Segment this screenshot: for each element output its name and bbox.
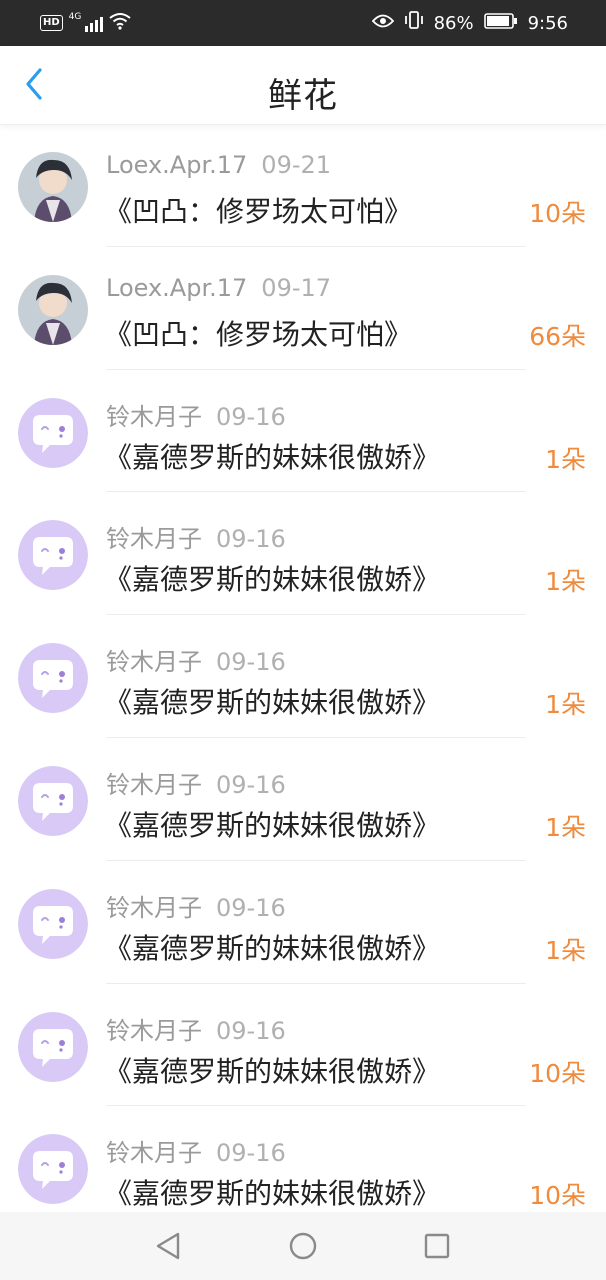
sender-name[interactable]: 铃木月子	[106, 771, 202, 799]
sender-line: 铃木月子 09-16	[106, 1133, 286, 1168]
network-label: 4G	[68, 12, 82, 22]
square-recents-icon	[424, 1233, 450, 1259]
book-title[interactable]: 《嘉德罗斯的妹妹很傲娇》	[104, 681, 440, 721]
list-item[interactable]: Loex.Apr.17 09-21 《凹凸：修罗场太可怕》 10朵	[0, 124, 606, 247]
send-date: 09-16	[216, 893, 286, 922]
book-title[interactable]: 《嘉德罗斯的妹妹很傲娇》	[104, 558, 440, 598]
sender-name[interactable]: 铃木月子	[106, 403, 202, 431]
nav-back-button[interactable]	[150, 1228, 186, 1264]
list-item[interactable]: 铃木月子 09-16 《嘉德罗斯的妹妹很傲娇》 1朵	[0, 492, 606, 616]
avatar[interactable]	[18, 765, 88, 836]
triangle-back-icon	[156, 1232, 180, 1260]
send-date: 09-21	[261, 151, 332, 179]
nav-recents-button[interactable]	[419, 1228, 455, 1264]
book-title[interactable]: 《嘉德罗斯的妹妹很傲娇》	[104, 1050, 440, 1090]
sender-name[interactable]: Loex.Apr.17	[106, 151, 247, 179]
book-title[interactable]: 《凹凸：修罗场太可怕》	[104, 313, 412, 353]
send-date: 09-16	[216, 1016, 286, 1045]
avatar[interactable]	[18, 643, 88, 714]
sender-name[interactable]: 铃木月子	[106, 648, 202, 676]
list-item[interactable]: Loex.Apr.17 09-17 《凹凸：修罗场太可怕》 66朵	[0, 247, 606, 370]
book-title[interactable]: 《嘉德罗斯的妹妹很傲娇》	[104, 436, 440, 476]
book-title[interactable]: 《嘉德罗斯的妹妹很傲娇》	[104, 804, 440, 844]
clock: 9:56	[527, 13, 568, 34]
wifi-icon	[109, 12, 131, 34]
battery-percent: 86%	[433, 13, 474, 34]
avatar[interactable]	[18, 274, 88, 345]
flower-count: 1朵	[545, 935, 586, 965]
flower-count: 1朵	[545, 444, 586, 474]
sender-name[interactable]: Loex.Apr.17	[106, 274, 247, 302]
flower-count: 10朵	[529, 1181, 586, 1211]
flower-count: 10朵	[529, 1058, 586, 1088]
send-date: 09-16	[216, 1139, 286, 1168]
sender-line: 铃木月子 09-16	[106, 888, 286, 923]
flower-count: 66朵	[529, 321, 586, 351]
list-item[interactable]: 铃木月子 09-16 《嘉德罗斯的妹妹很傲娇》 1朵	[0, 615, 606, 738]
circle-home-icon	[289, 1232, 317, 1260]
sender-line: 铃木月子 09-16	[106, 642, 286, 677]
battery-icon	[483, 11, 518, 37]
avatar[interactable]	[18, 1011, 88, 1082]
nav-home-button[interactable]	[285, 1228, 321, 1264]
flower-count: 1朵	[545, 812, 586, 842]
list-item[interactable]: 铃木月子 09-16 《嘉德罗斯的妹妹很傲娇》 1朵	[0, 861, 606, 984]
send-date: 09-16	[216, 648, 286, 677]
avatar[interactable]	[18, 888, 88, 959]
send-date: 09-16	[216, 402, 286, 431]
send-date: 09-16	[216, 770, 286, 799]
sender-line: Loex.Apr.17 09-17	[106, 274, 331, 302]
list-item[interactable]: 铃木月子 09-16 《嘉德罗斯的妹妹很傲娇》 10朵	[0, 984, 606, 1107]
list-item[interactable]: 铃木月子 09-16 《嘉德罗斯的妹妹很傲娇》 10朵	[0, 1106, 606, 1229]
sender-name[interactable]: 铃木月子	[106, 894, 202, 922]
avatar[interactable]	[18, 1134, 88, 1205]
flower-count: 10朵	[529, 199, 586, 228]
signal-icon: 4G	[68, 12, 103, 32]
send-date: 09-17	[261, 273, 332, 302]
sender-line: Loex.Apr.17 09-21	[106, 151, 331, 179]
avatar[interactable]	[18, 397, 88, 468]
system-nav-bar	[0, 1212, 606, 1280]
list-item[interactable]: 铃木月子 09-16 《嘉德罗斯的妹妹很傲娇》 1朵	[0, 738, 606, 861]
sender-line: 铃木月子 09-16	[106, 397, 286, 432]
flower-count: 1朵	[545, 567, 586, 597]
list-item[interactable]: 铃木月子 09-16 《嘉德罗斯的妹妹很傲娇》 1朵	[0, 370, 606, 493]
flower-record-list: Loex.Apr.17 09-21 《凹凸：修罗场太可怕》 10朵 Loex.Ap…	[0, 124, 606, 1229]
status-bar: HD 4G 86% 9:56	[0, 0, 606, 46]
book-title[interactable]: 《凹凸：修罗场太可怕》	[104, 190, 412, 230]
avatar[interactable]	[18, 520, 88, 591]
book-title[interactable]: 《嘉德罗斯的妹妹很傲娇》	[104, 927, 440, 967]
avatar[interactable]	[18, 152, 88, 222]
sender-line: 铃木月子 09-16	[106, 519, 286, 554]
eye-icon	[371, 11, 394, 37]
sender-line: 铃木月子 09-16	[106, 1011, 286, 1046]
send-date: 09-16	[216, 525, 286, 554]
flower-count: 1朵	[545, 690, 586, 720]
app-header: 鲜花	[0, 46, 606, 125]
page-title: 鲜花	[268, 76, 338, 116]
hd-indicator: HD	[40, 15, 63, 31]
status-right: 86% 9:56	[371, 10, 568, 38]
sender-name[interactable]: 铃木月子	[106, 1017, 202, 1045]
book-title[interactable]: 《嘉德罗斯的妹妹很傲娇》	[104, 1172, 440, 1212]
vibrate-icon	[404, 10, 424, 38]
sender-name[interactable]: 铃木月子	[106, 1139, 202, 1167]
sender-line: 铃木月子 09-16	[106, 765, 286, 800]
sender-name[interactable]: 铃木月子	[106, 525, 202, 553]
status-left: HD 4G	[40, 12, 131, 34]
